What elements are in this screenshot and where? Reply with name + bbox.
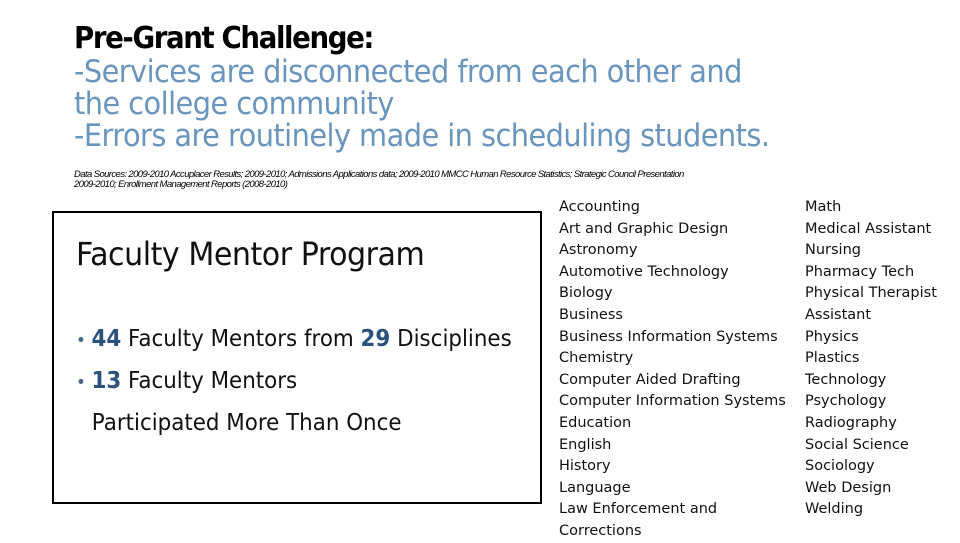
- discipline-item: Language: [559, 479, 631, 496]
- bullet-text: Faculty Mentors: [121, 368, 298, 394]
- challenge-line: -Services are disconnected from each oth…: [74, 54, 742, 90]
- discipline-item: Computer Information Systems: [559, 393, 786, 410]
- discipline-item: Chemistry: [559, 350, 634, 367]
- discipline-item: Astronomy: [559, 242, 638, 259]
- discipline-count: 29: [360, 326, 391, 352]
- discipline-item: Business Information Systems: [559, 328, 778, 345]
- mentor-count: 44: [91, 326, 122, 352]
- discipline-item: Radiography: [805, 414, 897, 431]
- discipline-item: Sociology: [805, 458, 875, 475]
- discipline-item: Business: [559, 306, 623, 323]
- discipline-item: Social Science: [805, 436, 909, 453]
- discipline-item: Assistant: [805, 306, 872, 323]
- disciplines-left-column: Accounting Art and Graphic Design Astron…: [559, 197, 786, 543]
- discipline-item: Psychology: [805, 393, 887, 410]
- discipline-item: Math: [805, 199, 842, 215]
- mentor-program-box: Faculty Mentor Program • 44 Faculty Mento…: [52, 211, 542, 504]
- bullet-icon: •: [76, 372, 86, 393]
- bullet-icon: •: [76, 330, 86, 351]
- discipline-item: Automotive Technology: [559, 263, 729, 280]
- discipline-item: History: [559, 458, 611, 475]
- discipline-item: Physics: [805, 328, 859, 345]
- challenge-line: the college community: [74, 86, 394, 122]
- discipline-item: Law Enforcement and: [559, 501, 718, 518]
- bullet-text: Disciplines: [390, 326, 512, 352]
- mentor-program-title: Faculty Mentor Program: [76, 235, 425, 273]
- discipline-item: Nursing: [805, 242, 861, 259]
- bullet-text: Faculty Mentors from: [121, 326, 361, 352]
- discipline-item: Medical Assistant: [805, 220, 932, 237]
- challenge-line: -Errors are routinely made in scheduling…: [74, 118, 770, 154]
- discipline-item: English: [559, 436, 612, 453]
- mentor-bullets: • 44 Faculty Mentors from 29 Disciplines …: [76, 319, 512, 443]
- disciplines-right-column: Math Medical Assistant Nursing Pharmacy …: [805, 197, 937, 521]
- discipline-item: Web Design: [805, 479, 892, 496]
- data-sources-line: 2009-2010; Enrollment Management Reports…: [74, 179, 288, 190]
- challenge-list: -Services are disconnected from each oth…: [74, 54, 770, 154]
- discipline-item: Welding: [805, 501, 864, 518]
- discipline-item: Art and Graphic Design: [559, 220, 729, 237]
- discipline-item: Physical Therapist: [805, 285, 937, 302]
- discipline-item: Accounting: [559, 199, 640, 215]
- slide-title: Pre-Grant Challenge:: [74, 21, 374, 56]
- discipline-item: Plastics: [805, 350, 860, 367]
- discipline-item: Technology: [805, 371, 887, 388]
- bullet-item: • 44 Faculty Mentors from 29 Disciplines: [76, 319, 512, 361]
- bullet-continuation: Participated More Than Once: [91, 410, 402, 436]
- discipline-item: Education: [559, 414, 632, 431]
- discipline-item: Pharmacy Tech: [805, 263, 915, 280]
- discipline-item: Computer Aided Drafting: [559, 371, 741, 388]
- discipline-item: Biology: [559, 285, 613, 302]
- repeat-mentor-count: 13: [91, 368, 122, 394]
- bullet-item: • 13 Faculty Mentors: [76, 361, 512, 403]
- discipline-item: Corrections: [559, 522, 642, 539]
- data-sources: Data Sources: 2009-2010 Accuplacer Resul…: [74, 170, 684, 190]
